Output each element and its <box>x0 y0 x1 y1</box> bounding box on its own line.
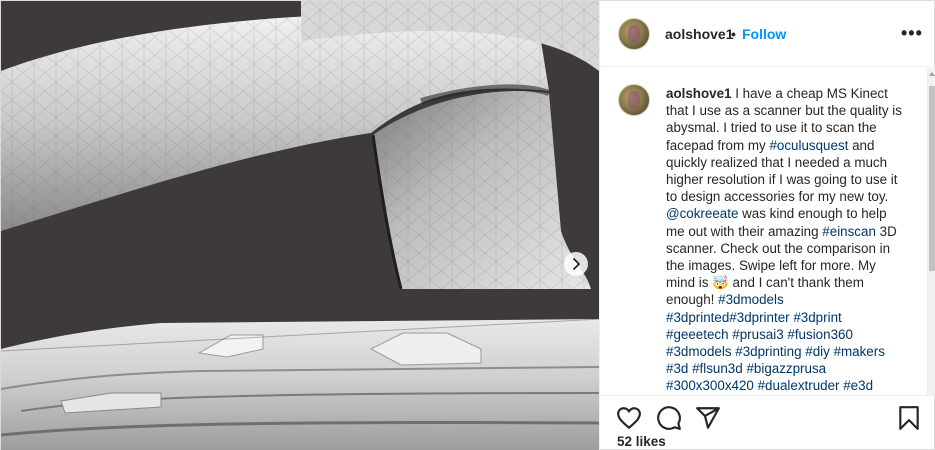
hashtag-link[interactable]: #300x300x420 <box>666 378 754 393</box>
hashtag-link[interactable]: @cokreeate <box>666 206 738 221</box>
post-media[interactable] <box>1 1 599 450</box>
instagram-post: aolshove1 • Follow ••• aolshove1 I have … <box>0 0 935 450</box>
comments-area[interactable]: aolshove1 I have a cheap MS Kinect that … <box>600 68 927 395</box>
emoji: 🤯 <box>712 275 729 291</box>
save-button[interactable] <box>896 405 922 431</box>
author-avatar[interactable] <box>618 18 650 50</box>
hashtag-link[interactable]: #dualextruder <box>758 378 840 393</box>
hashtag-link[interactable]: #3dprinting <box>735 344 801 359</box>
scroll-up-arrow-icon[interactable] <box>929 72 935 76</box>
hashtag-link[interactable]: #flsun3d <box>692 361 743 376</box>
caption-text: I have a cheap MS Kinect that I use as a… <box>666 86 902 395</box>
heart-icon <box>617 407 641 429</box>
hashtag-link[interactable]: #geeetech <box>666 327 729 342</box>
likes-count[interactable]: 52 likes <box>617 434 666 449</box>
like-button[interactable] <box>616 405 642 431</box>
scan-image <box>1 1 599 450</box>
separator-dot: • <box>731 26 736 42</box>
bookmark-icon <box>899 406 919 430</box>
hashtag-link[interactable]: #makers <box>834 344 885 359</box>
post-header: aolshove1 • Follow ••• <box>600 1 935 67</box>
scrollbar-thumb[interactable] <box>929 86 935 271</box>
caption-username[interactable]: aolshove1 <box>666 86 732 101</box>
post-sidebar: aolshove1 • Follow ••• aolshove1 I have … <box>599 1 935 450</box>
hashtag-link[interactable]: #einscan <box>822 224 876 239</box>
hashtag-link[interactable]: #3d <box>666 361 688 376</box>
hashtag-link[interactable]: #3dmodels <box>666 344 732 359</box>
share-icon <box>696 407 720 429</box>
follow-button[interactable]: Follow <box>742 26 786 42</box>
more-options-icon[interactable]: ••• <box>901 23 923 44</box>
share-button[interactable] <box>695 405 721 431</box>
hashtag-link[interactable]: #3dprint <box>793 310 841 325</box>
hashtag-link[interactable]: #3dprinted <box>666 310 729 325</box>
action-bar: 52 likes <box>600 395 935 450</box>
post-caption: aolshove1 I have a cheap MS Kinect that … <box>666 85 906 395</box>
hashtag-link[interactable]: #oculusquest <box>769 138 848 153</box>
next-image-button[interactable] <box>564 252 588 276</box>
hashtag-link[interactable]: #3dmodels <box>718 292 784 307</box>
chevron-right-icon <box>573 258 580 270</box>
caption-avatar[interactable] <box>618 84 650 116</box>
hashtag-link[interactable]: #prusai3 <box>732 327 783 342</box>
comments-scrollbar[interactable] <box>927 68 935 395</box>
hashtag-link[interactable]: #diy <box>805 344 830 359</box>
hashtag-link[interactable]: #bigazzprusa <box>746 361 826 376</box>
hashtag-link[interactable]: #3dprinter <box>729 310 789 325</box>
comment-icon <box>657 406 681 430</box>
hashtag-link[interactable]: #fusion360 <box>787 327 853 342</box>
comment-button[interactable] <box>656 405 682 431</box>
author-username[interactable]: aolshove1 <box>665 26 733 42</box>
hashtag-link[interactable]: #e3d <box>843 378 873 393</box>
